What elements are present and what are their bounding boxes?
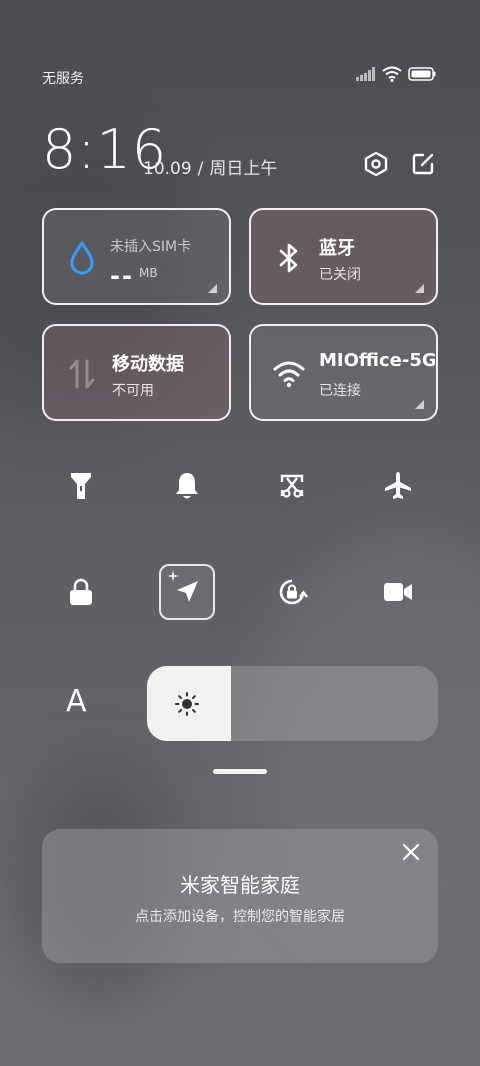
drag-handle[interactable] [213, 769, 267, 774]
bluetooth-status: 已关闭 [319, 267, 361, 283]
smart-home-subtitle: 点击添加设备，控制您的智能家居 [135, 909, 345, 925]
airplane-button[interactable] [370, 458, 426, 514]
airplane-icon [385, 472, 411, 499]
flashlight-icon [71, 473, 91, 499]
wifi-status: 已连接 [319, 383, 361, 399]
sparkle-icon [167, 570, 179, 582]
bluetooth-icon [273, 240, 305, 276]
lock-button[interactable] [53, 564, 109, 620]
smart-home-title: 米家智能家庭 [180, 873, 300, 897]
smart-home-card[interactable]: 米家智能家庭 点击添加设备，控制您的智能家居 [42, 829, 438, 963]
ringer-button[interactable] [159, 458, 215, 514]
battery-icon [408, 67, 436, 81]
location-button[interactable] [159, 564, 215, 620]
expand-corner [208, 284, 217, 293]
bluetooth-title: 蓝牙 [319, 238, 355, 259]
screenshot-button[interactable] [264, 458, 320, 514]
wifi-title: MIOffice-5G [319, 350, 435, 371]
expand-corner [415, 284, 424, 293]
water-drop-icon [66, 240, 98, 276]
edit-icon[interactable] [409, 150, 437, 178]
rotation-lock-icon [279, 579, 308, 605]
location-arrow-icon [177, 581, 198, 602]
bluetooth-tile[interactable]: 蓝牙 已关闭 [249, 208, 438, 305]
signal-icon [356, 67, 375, 81]
screen-recorder-button[interactable] [370, 564, 426, 620]
status-icons [356, 66, 436, 82]
expand-corner [415, 400, 424, 409]
screenshot-scissors-icon [280, 474, 304, 498]
brightness-sun-icon [175, 692, 199, 716]
date-display: 10.09/周日上午 [143, 154, 277, 179]
bell-icon [176, 473, 198, 499]
rotation-lock-button[interactable] [264, 564, 320, 620]
flashlight-button[interactable] [53, 458, 109, 514]
wifi-icon [273, 356, 305, 392]
mobile-data-tile[interactable]: 移动数据 不可用 [42, 324, 231, 421]
data-usage-unit: MB [139, 266, 158, 280]
mobile-data-title: 移动数据 [112, 354, 184, 375]
wifi-icon [382, 66, 402, 82]
date-separator: / [197, 159, 204, 179]
video-camera-icon [384, 583, 412, 601]
font-size-button[interactable]: A [66, 684, 87, 719]
weekday: 周日上午 [209, 159, 278, 179]
wifi-tile[interactable]: MIOffice-5G 已连接 [249, 324, 438, 421]
brightness-slider[interactable] [147, 666, 438, 741]
data-usage-label: 未插入SIM卡 [110, 239, 192, 255]
close-icon[interactable] [400, 841, 422, 863]
lock-icon [70, 578, 92, 605]
carrier-status: 无服务 [42, 71, 84, 87]
data-arrows-icon [66, 356, 98, 392]
mobile-data-status: 不可用 [112, 383, 154, 399]
data-usage-value: -- [110, 262, 134, 290]
data-usage-tile[interactable]: 未插入SIM卡 -- MB [42, 208, 231, 305]
settings-icon[interactable] [362, 150, 390, 178]
date-value: 10.09 [143, 159, 192, 179]
